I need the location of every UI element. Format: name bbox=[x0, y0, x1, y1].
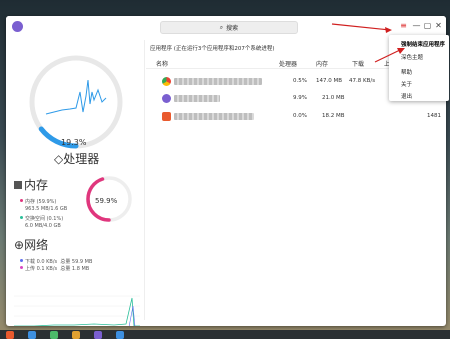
column-cpu[interactable]: 处理器 bbox=[279, 59, 297, 68]
deepin-icon bbox=[162, 94, 171, 103]
network-icon: ⊕ bbox=[14, 238, 25, 252]
search-placeholder: 搜索 bbox=[226, 25, 239, 32]
memory-percent: 59.9% bbox=[95, 197, 118, 205]
taskbar bbox=[0, 330, 450, 339]
chrome-icon bbox=[162, 77, 171, 86]
taskbar-app-icon[interactable] bbox=[50, 331, 58, 339]
memory-stat: 内存 (59.9%) 963.5 MB/1.6 GB bbox=[20, 199, 67, 212]
stats-panel: 19.3% ◇处理器 内存 内存 (59.9%) 963.5 MB/1.6 GB… bbox=[6, 36, 144, 326]
taskbar-app-icon[interactable] bbox=[94, 331, 102, 339]
search-input[interactable]: ⌕ 搜索 bbox=[160, 21, 298, 34]
menu-item-about[interactable]: 关于 bbox=[401, 80, 412, 88]
memory-icon bbox=[14, 181, 22, 189]
menu-item-help[interactable]: 帮助 bbox=[401, 68, 412, 76]
process-name-blurred bbox=[174, 113, 254, 120]
column-name[interactable]: 名称 bbox=[156, 59, 168, 68]
memory-title: 内存 bbox=[14, 176, 48, 193]
network-stat: 下载 0.0 KB/s 总量 59.9 MB 上传 0.1 KB/s 总量 1.… bbox=[20, 259, 92, 272]
column-memory[interactable]: 内存 bbox=[316, 59, 328, 68]
network-graph bbox=[14, 295, 140, 326]
taskbar-app-icon[interactable] bbox=[6, 331, 14, 339]
process-summary: 应用程序 (正在运行3个应用程序和207个系统进程) bbox=[150, 46, 275, 52]
taskbar-app-icon[interactable] bbox=[116, 331, 124, 339]
process-name-blurred bbox=[174, 95, 220, 102]
cpu-label: ◇处理器 bbox=[54, 152, 100, 166]
process-name-blurred bbox=[174, 78, 262, 85]
watermark: 软件技巧 bbox=[318, 288, 418, 316]
taskbar-app-icon[interactable] bbox=[28, 331, 36, 339]
taskbar-app-icon[interactable] bbox=[72, 331, 80, 339]
search-icon: ⌕ bbox=[219, 23, 224, 31]
wps-icon bbox=[162, 112, 171, 121]
cpu-percent: 19.3% bbox=[61, 138, 87, 147]
network-title: ⊕网络 bbox=[14, 238, 49, 252]
menu-item-exit[interactable]: 退出 bbox=[401, 92, 412, 100]
panel-divider bbox=[144, 40, 145, 320]
cpu-ring-chart bbox=[29, 55, 123, 149]
table-row[interactable]: 0.0% 18.2 MB 1481 bbox=[146, 109, 446, 124]
annotation-arrows bbox=[331, 23, 405, 63]
cpu-history-line bbox=[45, 79, 107, 115]
cpu-icon: ◇ bbox=[54, 152, 64, 166]
app-logo-icon bbox=[12, 21, 23, 32]
swap-stat: 交换空间 (0.1%) 6.0 MB/4.0 GB bbox=[20, 216, 63, 229]
